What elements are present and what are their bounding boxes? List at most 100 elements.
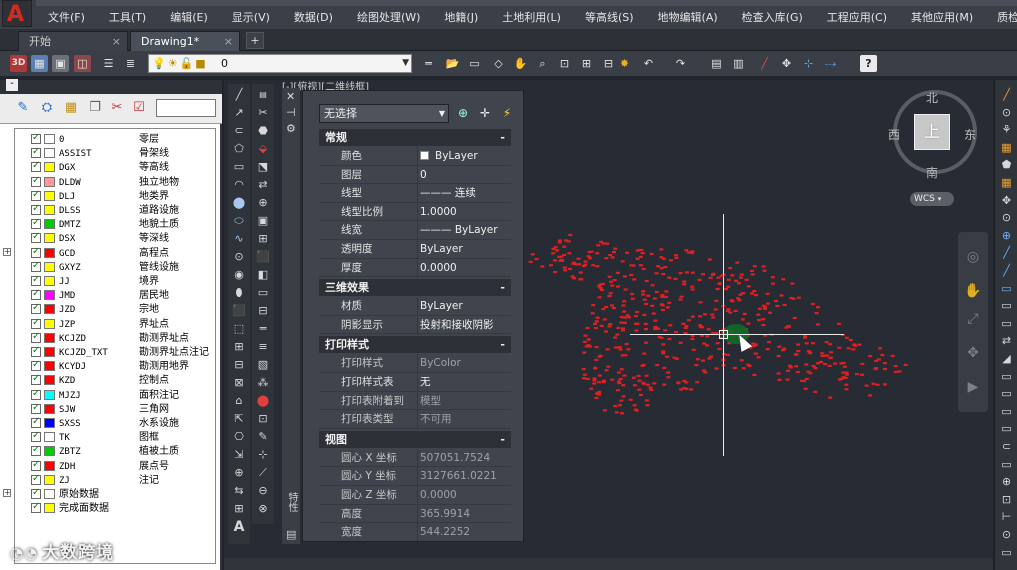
property-value[interactable]: 365.9914	[417, 504, 511, 523]
draw-tool-icon[interactable]: ⎔	[231, 430, 247, 444]
modify-tool-icon[interactable]: ⁂	[255, 376, 271, 390]
collapse-icon[interactable]: -	[6, 79, 18, 91]
layer-visible-checkbox[interactable]	[31, 288, 41, 301]
property-row[interactable]: 打印样式表 无	[319, 373, 511, 392]
viewcube-top-face[interactable]: 上	[914, 114, 950, 150]
draw-tool-icon[interactable]: ⊙	[231, 250, 247, 264]
draw-tool-icon[interactable]: ⇱	[231, 412, 247, 426]
menu-item-12[interactable]: 其他应用(M)	[899, 8, 985, 28]
draw-tool-icon[interactable]: A	[231, 520, 247, 534]
layer-row[interactable]: ZJ 注记	[15, 473, 215, 488]
draw-tool-icon[interactable]: ⬚	[231, 322, 247, 336]
draw-tool-icon[interactable]: ⬮	[231, 286, 247, 300]
layer-new-icon[interactable]: ✎	[14, 99, 32, 117]
layer-color-swatch[interactable]	[44, 446, 55, 457]
zoom-extents-icon[interactable]: ⤢	[964, 310, 982, 328]
property-value[interactable]: 0.0000	[417, 486, 511, 504]
right-tool-icon[interactable]: ⇄	[998, 334, 1015, 348]
draw-tool-icon[interactable]: ⬤	[231, 196, 247, 210]
modify-tool-icon[interactable]: ⇄	[255, 178, 271, 192]
draw-tool-icon[interactable]: ↗	[231, 106, 247, 120]
layer-visible-checkbox[interactable]	[31, 217, 41, 230]
right-tool-icon[interactable]: ▭	[998, 387, 1015, 401]
draw-tool-icon[interactable]: ⬛	[231, 304, 247, 318]
right-tool-icon[interactable]: ▭	[998, 405, 1015, 419]
layer-visible-checkbox[interactable]	[31, 402, 41, 414]
property-row[interactable]: 圆心 Y 坐标 3127661.0221	[319, 467, 511, 486]
property-row[interactable]: 圆心 X 坐标 507051.7524	[319, 448, 511, 468]
layer-state-manager-icon[interactable]: ▦	[62, 99, 80, 117]
property-value[interactable]: 507051.7524	[417, 448, 511, 467]
property-row[interactable]: 宽度 544.2252	[319, 523, 511, 541]
layer-row[interactable]: DMTZ 地貌土质	[15, 217, 215, 232]
draw-tool-icon[interactable]: ∿	[231, 232, 247, 246]
layer-visible-checkbox[interactable]	[31, 373, 41, 386]
layer-visible-checkbox[interactable]	[31, 444, 41, 457]
property-value[interactable]: 无	[417, 373, 511, 391]
right-tool-icon[interactable]: ⊢	[998, 510, 1015, 524]
redraw-icon[interactable]: ✸	[616, 55, 633, 72]
zoom-window-icon[interactable]: ⊡	[556, 55, 573, 72]
layer-color-swatch[interactable]	[44, 389, 55, 400]
layer-color-swatch[interactable]	[44, 304, 55, 315]
property-value[interactable]: 模型	[417, 391, 511, 410]
layer-row[interactable]: 完成面数据	[15, 501, 215, 516]
property-value[interactable]: 0	[417, 165, 511, 184]
layer-color-swatch[interactable]	[44, 347, 55, 357]
layer-visible-checkbox[interactable]	[31, 359, 41, 372]
layer-row[interactable]: DSX 等深线	[15, 231, 215, 246]
modify-tool-icon[interactable]: ✎	[255, 430, 271, 444]
layer-visible-checkbox[interactable]	[31, 146, 41, 159]
right-tool-icon[interactable]: ⊕	[998, 475, 1015, 489]
match-layer-icon[interactable]: ═	[420, 55, 437, 72]
menu-item-8[interactable]: 等高线(S)	[573, 8, 646, 28]
property-value[interactable]: 不可用	[417, 410, 511, 429]
close-icon[interactable]: ✕	[286, 90, 295, 103]
layer-visible-checkbox[interactable]	[31, 473, 41, 485]
property-row[interactable]: 图层 0	[319, 165, 511, 185]
modify-tool-icon[interactable]: ▤	[255, 88, 271, 102]
property-row[interactable]: 打印表类型 不可用	[319, 410, 511, 429]
right-tool-icon[interactable]: ◢	[998, 352, 1015, 366]
layer-row[interactable]: DLJ 地类界	[15, 189, 215, 204]
layer-row[interactable]: 0 零层	[15, 132, 215, 147]
erase-icon[interactable]: ◇	[490, 55, 507, 72]
modify-tool-icon[interactable]: ⊟	[255, 304, 271, 318]
right-tool-icon[interactable]: ╱	[998, 246, 1015, 260]
viewcube-south[interactable]: 南	[926, 164, 938, 181]
layer-row[interactable]: DLSS 道路设施	[15, 203, 215, 218]
property-section-header[interactable]: 视图 -	[319, 430, 511, 448]
modify-tool-icon[interactable]: ⬣	[255, 124, 271, 138]
layer-color-swatch[interactable]	[44, 233, 55, 244]
properties-icon[interactable]: ▤	[708, 55, 725, 72]
modify-tool-icon[interactable]: ⬔	[255, 160, 271, 174]
layer-visible-checkbox[interactable]	[31, 459, 41, 471]
select-objects-icon[interactable]: ✛	[477, 105, 493, 121]
line-edit-icon[interactable]: ╱	[756, 55, 773, 72]
draw-tool-icon[interactable]: ⊂	[231, 124, 247, 138]
modify-tool-icon[interactable]: ⬛	[255, 250, 271, 264]
layer-visible-checkbox[interactable]	[31, 331, 41, 343]
draw-tool-icon[interactable]: ⊞	[231, 502, 247, 516]
layer-visible-checkbox[interactable]	[31, 501, 41, 514]
right-tool-icon[interactable]: ⊙	[998, 106, 1015, 120]
layer-row[interactable]: KCJZD 勘测界址点	[15, 331, 215, 346]
menu-item-2[interactable]: 编辑(E)	[158, 8, 220, 28]
modify-tool-icon[interactable]: ≡	[255, 340, 271, 354]
expand-icon[interactable]: +	[3, 247, 11, 256]
layer-row[interactable]: ZBTZ 植被土质	[15, 444, 215, 459]
right-tool-icon[interactable]: ▭	[998, 317, 1015, 331]
property-value[interactable]: 投射和接收阴影	[417, 315, 511, 334]
layer-row[interactable]: + 原始数据	[3, 487, 215, 502]
collapse-icon[interactable]: -	[500, 129, 505, 146]
modify-tool-icon[interactable]: ⬙	[255, 142, 271, 156]
layer-row[interactable]: ZDH 展点号	[15, 459, 215, 474]
zoom-extents-icon[interactable]: ⊞	[578, 55, 595, 72]
layer-color-swatch[interactable]	[44, 219, 55, 230]
property-value[interactable]: ByLayer	[417, 240, 511, 258]
property-value[interactable]: 544.2252	[417, 523, 511, 541]
right-tool-icon[interactable]: ▭	[998, 299, 1015, 313]
property-section-header[interactable]: 打印样式 -	[319, 336, 511, 354]
layer-row[interactable]: GXYZ 管线设施	[15, 260, 215, 275]
layer-visible-checkbox[interactable]	[31, 175, 41, 187]
